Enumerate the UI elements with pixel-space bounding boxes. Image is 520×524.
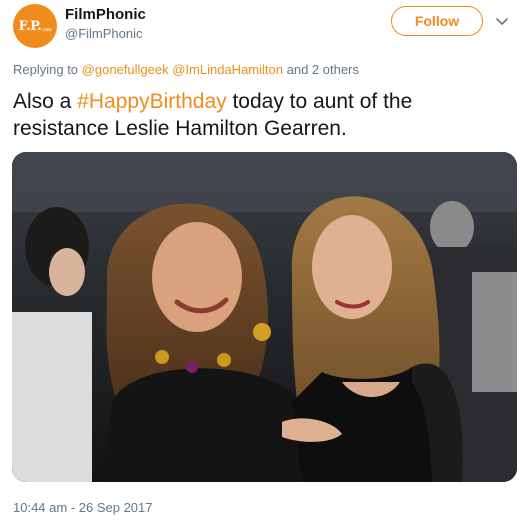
account-name[interactable]: FilmPhonic [65,6,146,23]
avatar[interactable]: F.P. com [13,4,57,48]
chevron-down-icon[interactable] [494,13,510,29]
avatar-subtext: com [42,27,52,33]
follow-button[interactable]: Follow [391,6,483,36]
tweet-text-before: Also a [13,90,78,113]
reply-context: Replying to @gonefullgeek @ImLindaHamilt… [13,62,359,77]
reply-mention-1[interactable]: @gonefullgeek [82,62,169,77]
hashtag-link[interactable]: #HappyBirthday [77,90,226,113]
photo-illustration [12,152,517,482]
tweet-photo[interactable] [12,152,517,482]
tweet-text: Also a #HappyBirthday today to aunt of t… [13,88,508,142]
avatar-text: F.P. [18,18,42,34]
account-handle[interactable]: @FilmPhonic [65,26,143,41]
reply-prefix: Replying to [13,62,79,77]
reply-mention-2[interactable]: @ImLindaHamilton [172,62,283,77]
timestamp[interactable]: 10:44 am - 26 Sep 2017 [13,500,153,515]
reply-others[interactable]: and 2 others [287,62,359,77]
